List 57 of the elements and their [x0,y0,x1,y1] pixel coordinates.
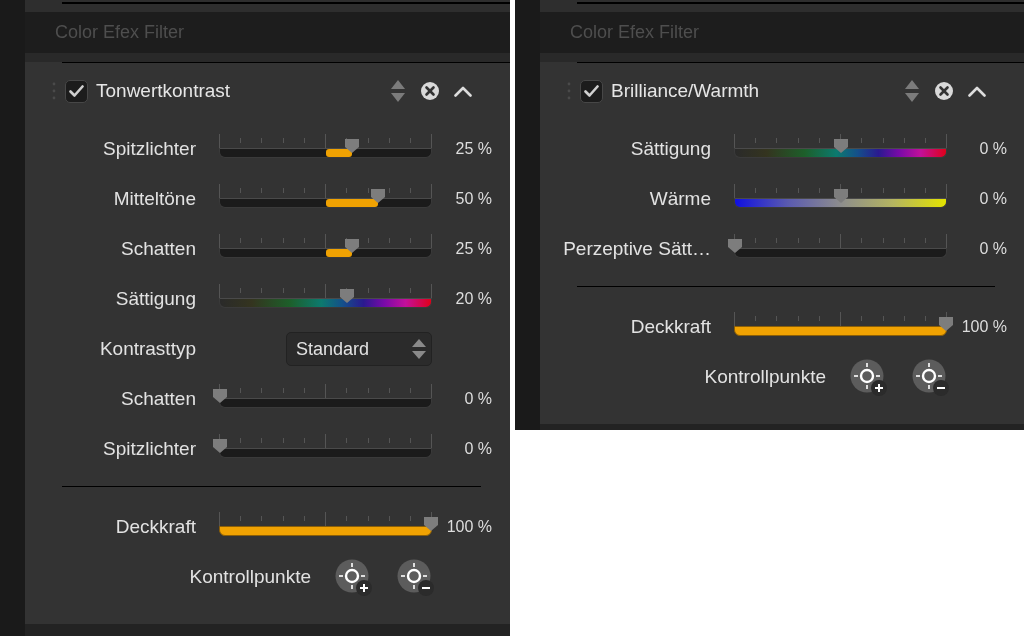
checkmark-icon [584,85,599,97]
crosshair-plus-icon[interactable] [850,358,887,396]
slider-thumb[interactable] [939,317,953,331]
crosshair-minus-icon[interactable] [397,558,434,596]
slider-thumb[interactable] [213,389,227,403]
checkmark-icon [69,85,84,97]
slider-thumb[interactable] [833,139,848,153]
filter-title: Tonwertkontrast [96,80,232,102]
control-points-label: Kontrollpunkte [189,566,311,588]
slider-thumb[interactable] [344,139,359,153]
close-icon[interactable] [421,82,439,100]
slider-label: Mitteltöne [113,188,196,210]
dropdown-select[interactable]: Standard [286,332,432,366]
slider-label: Schatten [121,388,196,410]
slider-value: 25 % [455,240,492,258]
slider-label: Wärme [649,188,711,210]
slider-value: 100 % [446,518,492,536]
slider-thumb[interactable] [424,517,438,531]
slider-value: 0 % [464,440,492,458]
select-label: Kontrasttyp [99,338,196,360]
chevron-up-icon[interactable] [454,85,472,97]
slider-label: Deckkraft [630,316,711,338]
slider-value: 0 % [979,190,1007,208]
slider-label: Deckkraft [115,516,196,538]
up-down-arrows-icon[interactable] [905,80,919,102]
slider-value: 0 % [979,140,1007,158]
crosshair-plus-icon[interactable] [335,558,372,596]
slider-fill [325,149,352,157]
slider-value: 100 % [961,318,1007,336]
filter-title: Brilliance/Warmth [611,80,761,102]
slider-thumb[interactable] [728,239,742,253]
chevron-up-icon[interactable] [968,85,986,97]
slider-thumb[interactable] [833,189,848,203]
slider-label: Sättigung [630,138,711,160]
slider-label: Spitzlichter [103,138,196,160]
slider-thumb[interactable] [371,189,386,203]
slider-fill [325,249,352,257]
checkbox[interactable] [65,79,88,103]
up-down-arrows-icon[interactable] [391,80,405,102]
slider-thumb[interactable] [344,239,359,253]
slider-thumb[interactable] [339,289,354,303]
close-icon[interactable] [935,82,953,100]
slider-label: Perzeptive Sätt… [563,238,711,260]
slider-fill [325,199,379,207]
slider-label: Schatten [121,238,196,260]
up-down-arrows-icon [412,339,426,359]
slider-value: 0 % [464,390,492,408]
checkbox[interactable] [580,79,603,103]
slider-label: Spitzlichter [103,438,196,460]
crosshair-minus-icon[interactable] [912,358,949,396]
slider-value: 20 % [455,290,492,308]
slider-thumb[interactable] [213,439,227,453]
slider-value: 0 % [979,240,1007,258]
slider-value: 25 % [455,140,492,158]
control-points-label: Kontrollpunkte [704,366,826,388]
slider-value: 50 % [455,190,492,208]
slider-label: Sättigung [115,288,196,310]
